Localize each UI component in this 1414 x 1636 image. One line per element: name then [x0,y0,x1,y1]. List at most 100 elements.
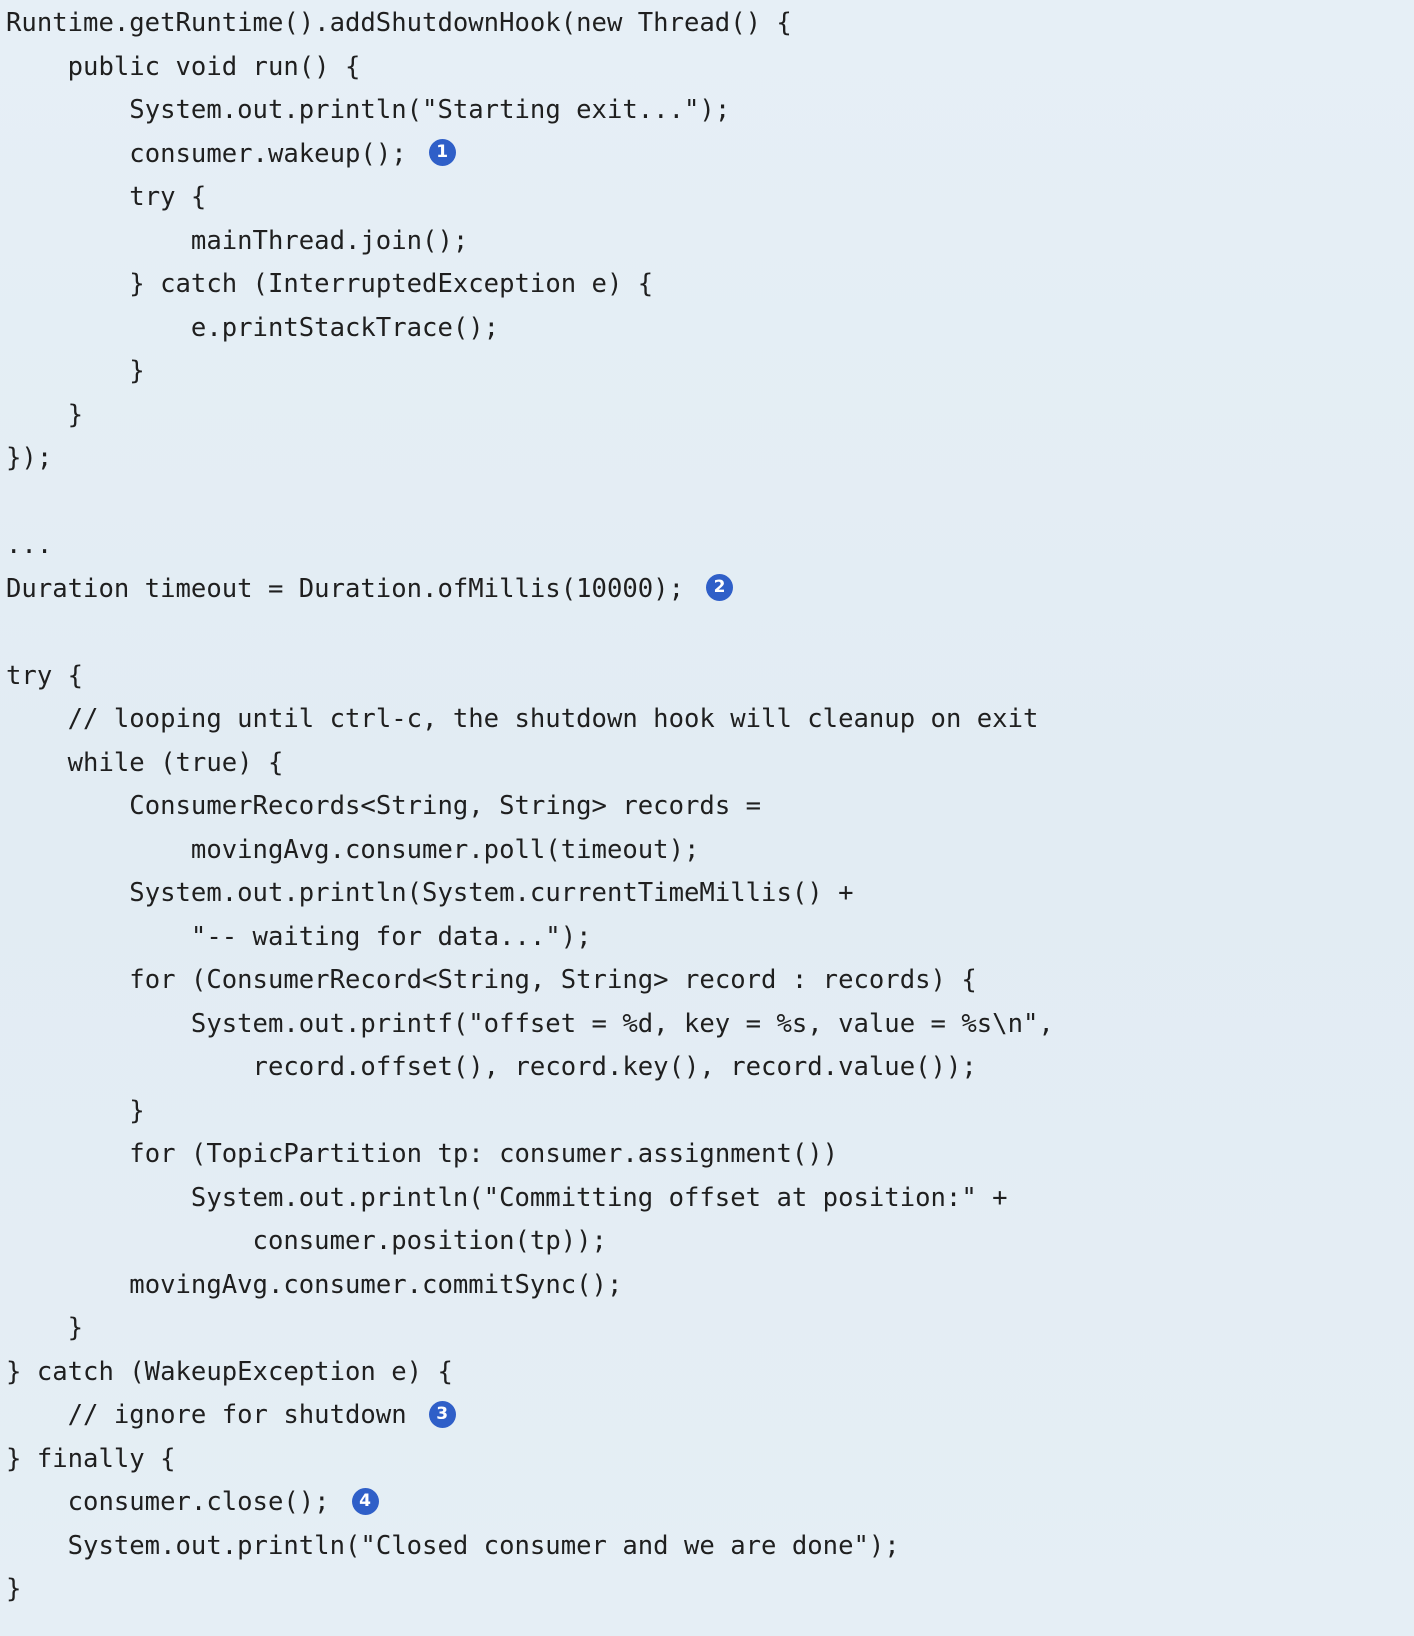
code-listing: Runtime.getRuntime().addShutdownHook(new… [0,0,1414,1636]
code-line: } [6,1307,1414,1351]
code-text: try { [6,660,84,691]
code-line: while (true) { [6,742,1414,786]
code-text: System.out.println("Closed consumer and … [67,1530,900,1561]
code-text: consumer.close(); [67,1487,330,1517]
code-line: System.out.println(System.currentTimeMil… [6,872,1414,916]
code-text: System.out.println(System.currentTimeMil… [129,878,854,908]
code-line: movingAvg.consumer.poll(timeout); [6,829,1414,873]
code-text: record.offset(), record.key(), record.va… [252,1052,977,1082]
code-line: System.out.println("Closed consumer and … [6,1525,1414,1569]
code-line: "-- waiting for data..."); [6,916,1414,960]
code-text: ConsumerRecords<String, String> records … [129,791,762,821]
code-text: // looping until ctrl-c, the shutdown ho… [67,704,1039,734]
code-line: mainThread.join(); [6,220,1414,264]
code-line: } [6,350,1414,394]
code-line: try { [6,655,1414,699]
code-text: // ignore for shutdown [67,1400,407,1430]
code-text: try { [129,182,207,212]
code-text: System.out.printf("offset = %d, key = %s… [190,1008,1054,1039]
code-line: ... [6,524,1414,568]
code-line: record.offset(), record.key(), record.va… [6,1046,1414,1090]
code-text: movingAvg.consumer.poll(timeout); [190,834,700,865]
callout-marker: 3 [428,1400,456,1428]
code-line: } [6,1090,1414,1134]
code-text: } catch (WakeupException e) { [6,1356,453,1387]
code-text: movingAvg.consumer.commitSync(); [129,1269,623,1300]
code-text: mainThread.join(); [190,225,469,256]
code-text: } [129,1095,145,1126]
code-text: consumer.wakeup(); [129,138,407,169]
code-text: "-- waiting for data..."); [190,921,592,952]
callout-marker: 1 [428,139,456,166]
code-line: } [6,394,1414,438]
code-line: System.out.printf("offset = %d, key = %s… [6,1003,1414,1047]
code-text: } [67,1313,84,1343]
code-text: } [6,1574,22,1604]
code-line: // looping until ctrl-c, the shutdown ho… [6,698,1414,742]
code-line: movingAvg.consumer.commitSync(); [6,1264,1414,1308]
code-line: } finally { [6,1438,1414,1482]
code-line: try { [6,176,1414,220]
code-line: System.out.println("Starting exit..."); [6,89,1414,133]
code-text: ... [6,530,53,560]
code-text: }); [6,443,53,473]
code-text: for (ConsumerRecord<String, String> reco… [129,965,977,995]
code-text: System.out.println("Committing offset at… [190,1182,1008,1213]
code-line: // ignore for shutdown 3 [6,1394,1414,1438]
code-line: for (TopicPartition tp: consumer.assignm… [6,1133,1414,1177]
code-text: } [67,399,84,430]
code-text: public void run() { [67,51,361,82]
code-line: public void run() { [6,46,1414,90]
code-line: } catch (WakeupException e) { [6,1351,1414,1395]
code-text: } catch (InterruptedException e) { [129,269,654,299]
callout-marker: 2 [706,574,733,601]
code-line: ConsumerRecords<String, String> records … [6,785,1414,829]
code-line: }); [6,437,1414,481]
code-text: } finally { [6,1443,176,1474]
code-line: System.out.println("Committing offset at… [6,1177,1414,1221]
code-line: consumer.position(tp)); [6,1220,1414,1264]
code-line: for (ConsumerRecord<String, String> reco… [6,959,1414,1003]
code-line: consumer.close(); 4 [6,1481,1414,1525]
callout-marker: 4 [351,1487,379,1515]
code-text: while (true) { [67,747,284,778]
code-line: } catch (InterruptedException e) { [6,263,1414,307]
code-text: System.out.println("Starting exit..."); [129,95,731,125]
code-line: Duration timeout = Duration.ofMillis(100… [6,568,1414,612]
code-line: consumer.wakeup(); 1 [6,133,1414,177]
code-line: Runtime.getRuntime().addShutdownHook(new… [6,2,1414,46]
code-text: for (TopicPartition tp: consumer.assignm… [129,1139,839,1169]
code-line: } [6,1568,1414,1612]
code-text: Runtime.getRuntime().addShutdownHook(new… [6,8,792,38]
code-text: Duration timeout = Duration.ofMillis(100… [6,573,684,604]
code-text: } [129,356,145,386]
